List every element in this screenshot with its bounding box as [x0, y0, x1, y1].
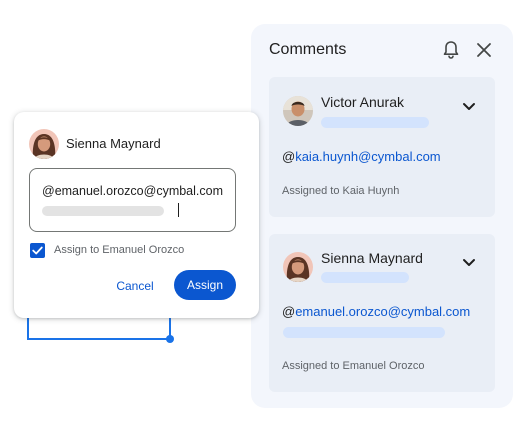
comment-author: Sienna Maynard — [321, 250, 423, 266]
placeholder-bar — [42, 206, 164, 216]
chevron-down-icon[interactable] — [462, 258, 476, 268]
comment-input[interactable]: @emanuel.orozco@cymbal.com — [29, 168, 236, 232]
selection-handle[interactable] — [166, 335, 174, 343]
assign-checkbox[interactable] — [30, 243, 45, 258]
text-caret — [178, 203, 179, 217]
assign-checkbox-label: Assign to Emanuel Orozco — [54, 244, 185, 256]
avatar — [283, 252, 313, 282]
assign-dialog: Sienna Maynard @emanuel.orozco@cymbal.co… — [14, 112, 259, 318]
assigned-text: Assigned to Kaia Huynh — [282, 185, 400, 197]
comment-mention: @emanuel.orozco@cymbal.com — [282, 304, 471, 319]
mention-link[interactable]: emanuel.orozco@cymbal.com — [295, 304, 470, 319]
placeholder-bar — [321, 117, 429, 128]
avatar — [283, 96, 313, 126]
close-icon[interactable] — [475, 41, 493, 59]
placeholder-bar — [283, 327, 445, 338]
selection-edge — [27, 318, 29, 340]
chevron-down-icon[interactable] — [462, 102, 476, 112]
mention-link[interactable]: kaia.huynh@cymbal.com — [295, 149, 440, 164]
avatar — [29, 129, 59, 159]
comment-card[interactable]: Victor Anurak @kaia.huynh@cymbal.com Ass… — [269, 77, 495, 217]
assigned-text: Assigned to Emanuel Orozco — [282, 360, 425, 372]
cancel-button[interactable]: Cancel — [109, 276, 161, 296]
placeholder-bar — [321, 272, 409, 283]
dialog-author: Sienna Maynard — [66, 136, 161, 151]
comment-input-text[interactable]: @emanuel.orozco@cymbal.com — [42, 184, 223, 198]
comments-panel: Comments Victor Anurak @kaia.huynh@cymba… — [251, 24, 513, 408]
bell-icon[interactable] — [442, 40, 460, 60]
comment-card[interactable]: Sienna Maynard @emanuel.orozco@cymbal.co… — [269, 234, 495, 392]
comment-mention: @kaia.huynh@cymbal.com — [282, 149, 441, 164]
selection-edge — [27, 338, 171, 340]
comments-title: Comments — [269, 41, 347, 58]
assign-button[interactable]: Assign — [174, 270, 236, 300]
checkmark-icon — [32, 246, 43, 255]
comment-author: Victor Anurak — [321, 94, 405, 110]
